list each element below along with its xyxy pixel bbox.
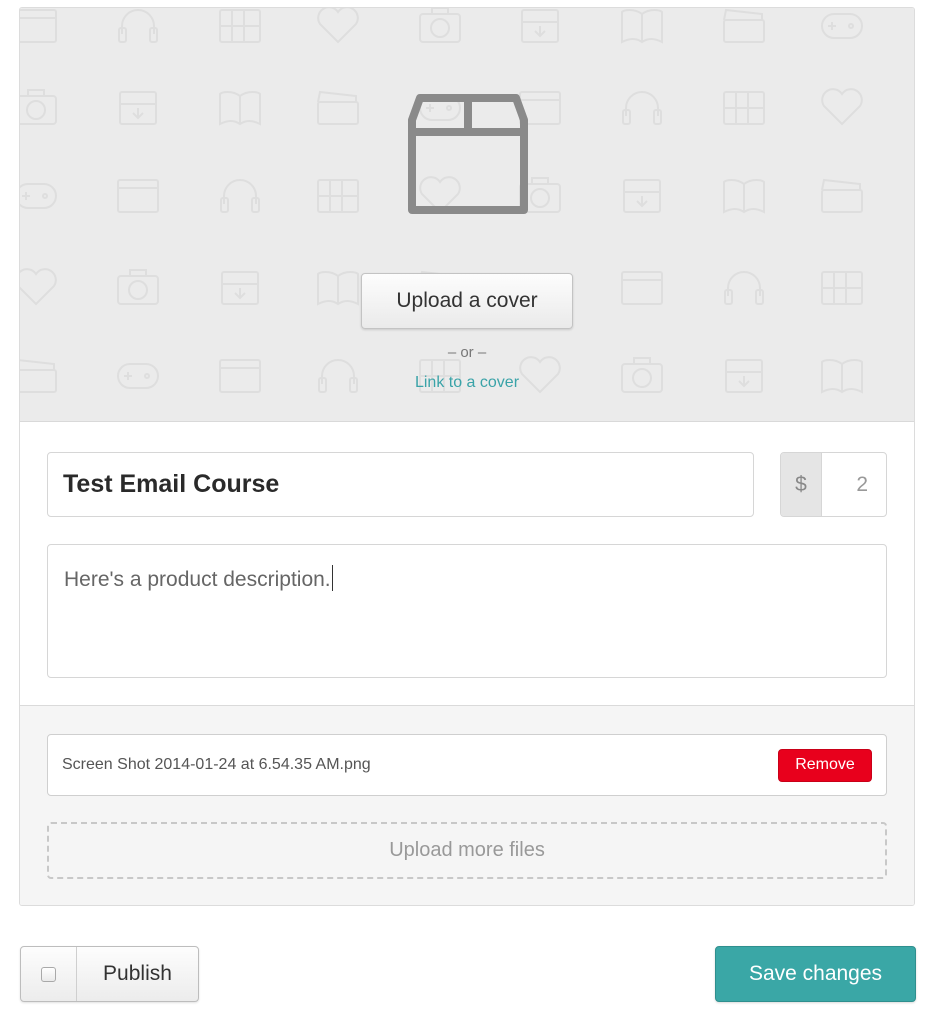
remove-file-button[interactable]: Remove — [778, 748, 872, 782]
price-input[interactable]: 2 — [822, 453, 886, 516]
publish-toggle[interactable]: Publish — [20, 946, 199, 1002]
product-description-textarea[interactable]: Here's a product description. — [47, 544, 887, 678]
link-to-cover-link[interactable]: Link to a cover — [20, 374, 914, 392]
product-title-value: Test Email Course — [63, 470, 280, 498]
file-name: Screen Shot 2014-01-24 at 6.54.35 AM.png — [62, 756, 371, 773]
publish-checkbox[interactable] — [41, 966, 56, 982]
publish-label[interactable]: Publish — [77, 947, 198, 1001]
save-changes-button[interactable]: Save changes — [715, 946, 916, 1002]
publish-checkbox-cell[interactable] — [21, 947, 77, 1001]
price-field[interactable]: $ 2 — [780, 452, 887, 517]
file-row: Screen Shot 2014-01-24 at 6.54.35 AM.png… — [47, 734, 887, 796]
text-caret — [331, 565, 333, 591]
currency-addon: $ — [781, 453, 822, 516]
upload-cover-button[interactable]: Upload a cover — [361, 273, 573, 329]
files-section: Screen Shot 2014-01-24 at 6.54.35 AM.png… — [20, 705, 914, 905]
upload-more-files-dropzone[interactable]: Upload more files — [47, 822, 887, 879]
product-title-input[interactable]: Test Email Course — [47, 452, 754, 517]
product-description-value: Here's a product description. — [64, 568, 331, 591]
or-separator: – or – — [447, 344, 487, 361]
box-icon — [408, 94, 528, 214]
product-editor-card: Upload a cover – or – Link to a cover Te… — [19, 7, 915, 906]
cover-dropzone[interactable]: Upload a cover – or – Link to a cover — [20, 8, 914, 422]
